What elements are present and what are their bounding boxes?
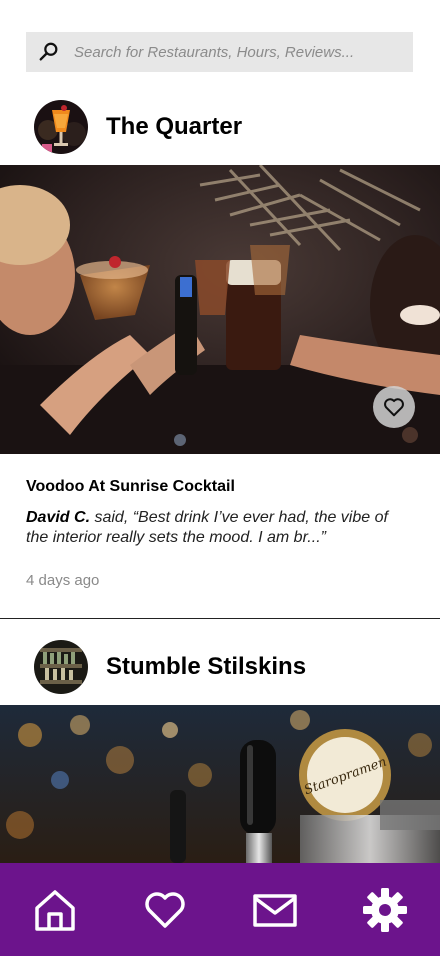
home-icon: [35, 889, 75, 931]
heart-icon: [145, 891, 185, 928]
venue-name[interactable]: Stumble Stilskins: [106, 653, 306, 681]
venue-photo[interactable]: [0, 165, 440, 454]
bottom-tab-bar: [0, 863, 440, 956]
venue-photo[interactable]: Staropramen: [0, 705, 440, 863]
review-timestamp: 4 days ago: [26, 572, 100, 589]
search-icon: [39, 42, 58, 61]
mail-icon: [253, 893, 297, 927]
review-card[interactable]: Voodoo At Sunrise Cocktail David C. said…: [26, 478, 406, 589]
review-title: Voodoo At Sunrise Cocktail: [26, 478, 235, 495]
venue-avatar[interactable]: [34, 100, 88, 154]
search-bar[interactable]: [26, 32, 413, 72]
venue-avatar[interactable]: [34, 640, 88, 694]
favorite-button[interactable]: [373, 386, 415, 428]
review-author[interactable]: David C.: [26, 509, 90, 526]
tab-settings[interactable]: [355, 880, 415, 940]
review-text: David C. said, “Best drink I’ve ever had…: [26, 508, 406, 548]
tab-home[interactable]: [25, 880, 85, 940]
venue-name[interactable]: The Quarter: [106, 113, 242, 141]
venue-header[interactable]: The Quarter: [0, 99, 440, 155]
tab-favorites[interactable]: [135, 880, 195, 940]
venue-header[interactable]: Stumble Stilskins: [0, 639, 440, 695]
search-input[interactable]: [74, 43, 413, 61]
heart-icon: [384, 398, 404, 417]
divider: [0, 618, 440, 619]
tab-messages[interactable]: [245, 880, 305, 940]
gear-icon: [363, 887, 407, 932]
